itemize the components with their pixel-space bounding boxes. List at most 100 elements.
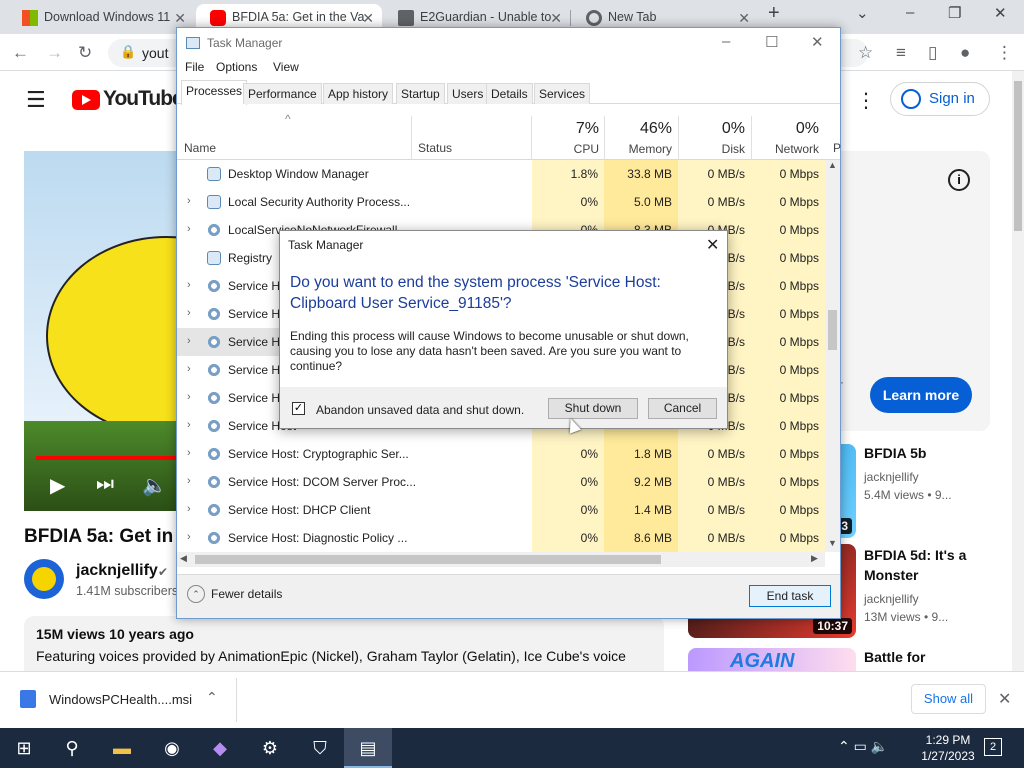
side-panel-icon[interactable]: ▯ (928, 43, 937, 63)
process-row[interactable]: › Service Host: Diagnostic Policy ... 0% 8.… (177, 524, 825, 552)
description-box[interactable]: 15M views 10 years ago Featuring voices … (24, 616, 664, 671)
scroll-up-icon[interactable]: ▲ (828, 160, 837, 170)
expand-chevron-icon[interactable]: › (187, 503, 191, 515)
process-row[interactable]: › Local Security Authority Process... 0% 5.… (177, 188, 825, 216)
start-icon[interactable]: ⊞ (0, 728, 48, 768)
download-file-name[interactable]: WindowsPCHealth....msi (49, 692, 192, 707)
expand-chevron-icon[interactable]: › (187, 531, 191, 543)
column-status[interactable]: Status (418, 141, 452, 155)
minimize-icon[interactable]: – (722, 33, 730, 50)
column-name[interactable]: Name (184, 141, 216, 155)
back-icon[interactable]: ← (12, 43, 29, 63)
expand-chevron-icon[interactable]: › (187, 223, 191, 235)
next-icon[interactable]: ⏭ (96, 473, 114, 496)
expand-chevron-icon[interactable]: › (187, 447, 191, 459)
close-window-icon[interactable]: ✕ (811, 33, 824, 51)
scroll-down-icon[interactable]: ▼ (828, 538, 837, 548)
process-row[interactable]: › Service Host: DHCP Client 0% 1.4 MB 0 MB/s… (177, 496, 825, 524)
youtube-logo-text[interactable]: YouTube (103, 87, 184, 111)
tab-app-history[interactable]: App history (323, 83, 394, 104)
expand-chevron-icon[interactable]: › (187, 391, 191, 403)
scrollbar-thumb[interactable] (1014, 81, 1022, 231)
restore-icon[interactable]: ❐ (948, 4, 961, 22)
sign-in-button[interactable]: Sign in (890, 82, 990, 116)
close-icon[interactable]: ✕ (998, 689, 1011, 709)
recommendation-thumbnail[interactable]: AGAIN (688, 648, 856, 671)
learn-more-button[interactable]: Learn more (870, 377, 972, 413)
scrollbar-thumb[interactable] (195, 555, 661, 564)
progress-bar[interactable] (36, 456, 184, 460)
column-memory[interactable]: 46% Memory (604, 120, 672, 156)
expand-chevron-icon[interactable]: › (187, 419, 191, 431)
tab-download-windows[interactable]: Download Windows 11 ✕ (8, 4, 194, 34)
task-manager-taskbar-icon[interactable]: ▤ (344, 728, 392, 768)
notification-icon[interactable]: 2 (984, 738, 1002, 756)
visual-studio-icon[interactable]: ◆ (196, 728, 244, 768)
menu-file[interactable]: File (185, 60, 204, 74)
show-all-button[interactable]: Show all (911, 684, 986, 714)
more-icon[interactable]: ⋮ (856, 88, 876, 113)
chevron-down-icon[interactable]: ⌄ (856, 4, 869, 22)
menu-options[interactable]: Options (216, 60, 257, 74)
expand-chevron-icon[interactable]: › (187, 363, 191, 375)
recommendation-title[interactable]: BFDIA 5d: It's a Monster (864, 545, 994, 585)
menu-icon[interactable]: ⋮ (996, 43, 1013, 63)
new-tab-icon[interactable]: + (768, 2, 780, 25)
minimize-icon[interactable]: – (906, 4, 914, 21)
shut-down-button[interactable]: Shut down (548, 398, 638, 419)
expand-chevron-icon[interactable]: › (187, 195, 191, 207)
process-row[interactable]: › Service Host: DCOM Server Proc... 0% 9.2 … (177, 468, 825, 496)
avatar[interactable] (24, 559, 64, 599)
recommendation-channel[interactable]: jacknjellify (864, 592, 919, 606)
close-window-icon[interactable]: ✕ (994, 4, 1007, 22)
channel-name[interactable]: jacknjellify (76, 562, 158, 580)
video-player[interactable]: ▶ ⏭ 🔈 (24, 151, 184, 511)
column-power-partial[interactable]: P (833, 141, 841, 155)
menu-view[interactable]: View (273, 60, 299, 74)
tab-startup[interactable]: Startup (396, 83, 445, 104)
settings-gear-icon[interactable]: ⚙ (246, 728, 294, 768)
security-shield-icon[interactable]: ⛉ (296, 728, 344, 768)
system-tray-icons[interactable]: ⌃ ▭ 🔈 (838, 738, 888, 755)
recommendation-title[interactable]: Battle for (864, 647, 994, 667)
forward-icon[interactable]: → (46, 43, 63, 63)
tab-services[interactable]: Services (534, 83, 591, 104)
column-cpu[interactable]: 7% CPU (532, 120, 599, 156)
process-list-scrollbar[interactable]: ▲ ▼ (825, 160, 840, 552)
lock-icon[interactable]: 🔒 (120, 44, 136, 60)
scroll-left-icon[interactable]: ◀ (180, 553, 187, 564)
chrome-icon[interactable]: ◉ (148, 728, 196, 768)
process-row[interactable]: Desktop Window Manager 1.8% 33.8 MB 0 MB/s 0… (177, 160, 825, 188)
youtube-logo-icon[interactable] (72, 90, 100, 110)
file-explorer-icon[interactable]: ▬ (98, 728, 146, 768)
volume-icon[interactable]: 🔈 (142, 473, 167, 498)
checkbox-label[interactable]: Abandon unsaved data and shut down. (316, 403, 524, 417)
tab-users[interactable]: Users (447, 83, 489, 104)
column-network[interactable]: 0% Network (751, 120, 819, 156)
maximize-icon[interactable]: ☐ (765, 33, 778, 51)
hamburger-icon[interactable]: ☰ (26, 87, 46, 113)
scroll-right-icon[interactable]: ▶ (811, 553, 818, 564)
end-task-button[interactable]: End task (749, 585, 831, 607)
tab-processes[interactable]: Processes (181, 80, 248, 105)
expand-chevron-icon[interactable]: › (187, 307, 191, 319)
tab-performance[interactable]: Performance (243, 83, 322, 104)
horizontal-scrollbar[interactable]: ◀ ▶ (177, 552, 825, 567)
expand-chevron-icon[interactable]: › (187, 335, 191, 347)
recommendation-title[interactable]: BFDIA 5b (864, 443, 994, 463)
star-icon[interactable]: ☆ (858, 43, 873, 63)
close-icon[interactable]: ✕ (706, 235, 719, 255)
tab-details[interactable]: Details (486, 83, 533, 104)
clock[interactable]: 1:29 PM 1/27/2023 (918, 732, 978, 764)
reload-icon[interactable]: ↻ (78, 43, 92, 63)
expand-chevron-icon[interactable]: › (187, 475, 191, 487)
cancel-button[interactable]: Cancel (648, 398, 717, 419)
search-icon[interactable]: ⚲ (48, 728, 96, 768)
chevron-up-icon[interactable]: ⌃ (206, 689, 218, 706)
info-icon[interactable]: i (948, 169, 970, 191)
play-icon[interactable]: ▶ (50, 473, 65, 498)
recommendation-channel[interactable]: jacknjellify (864, 470, 919, 484)
scrollbar-thumb[interactable] (828, 310, 837, 350)
expand-chevron-icon[interactable]: › (187, 279, 191, 291)
page-scrollbar[interactable] (1012, 71, 1024, 671)
